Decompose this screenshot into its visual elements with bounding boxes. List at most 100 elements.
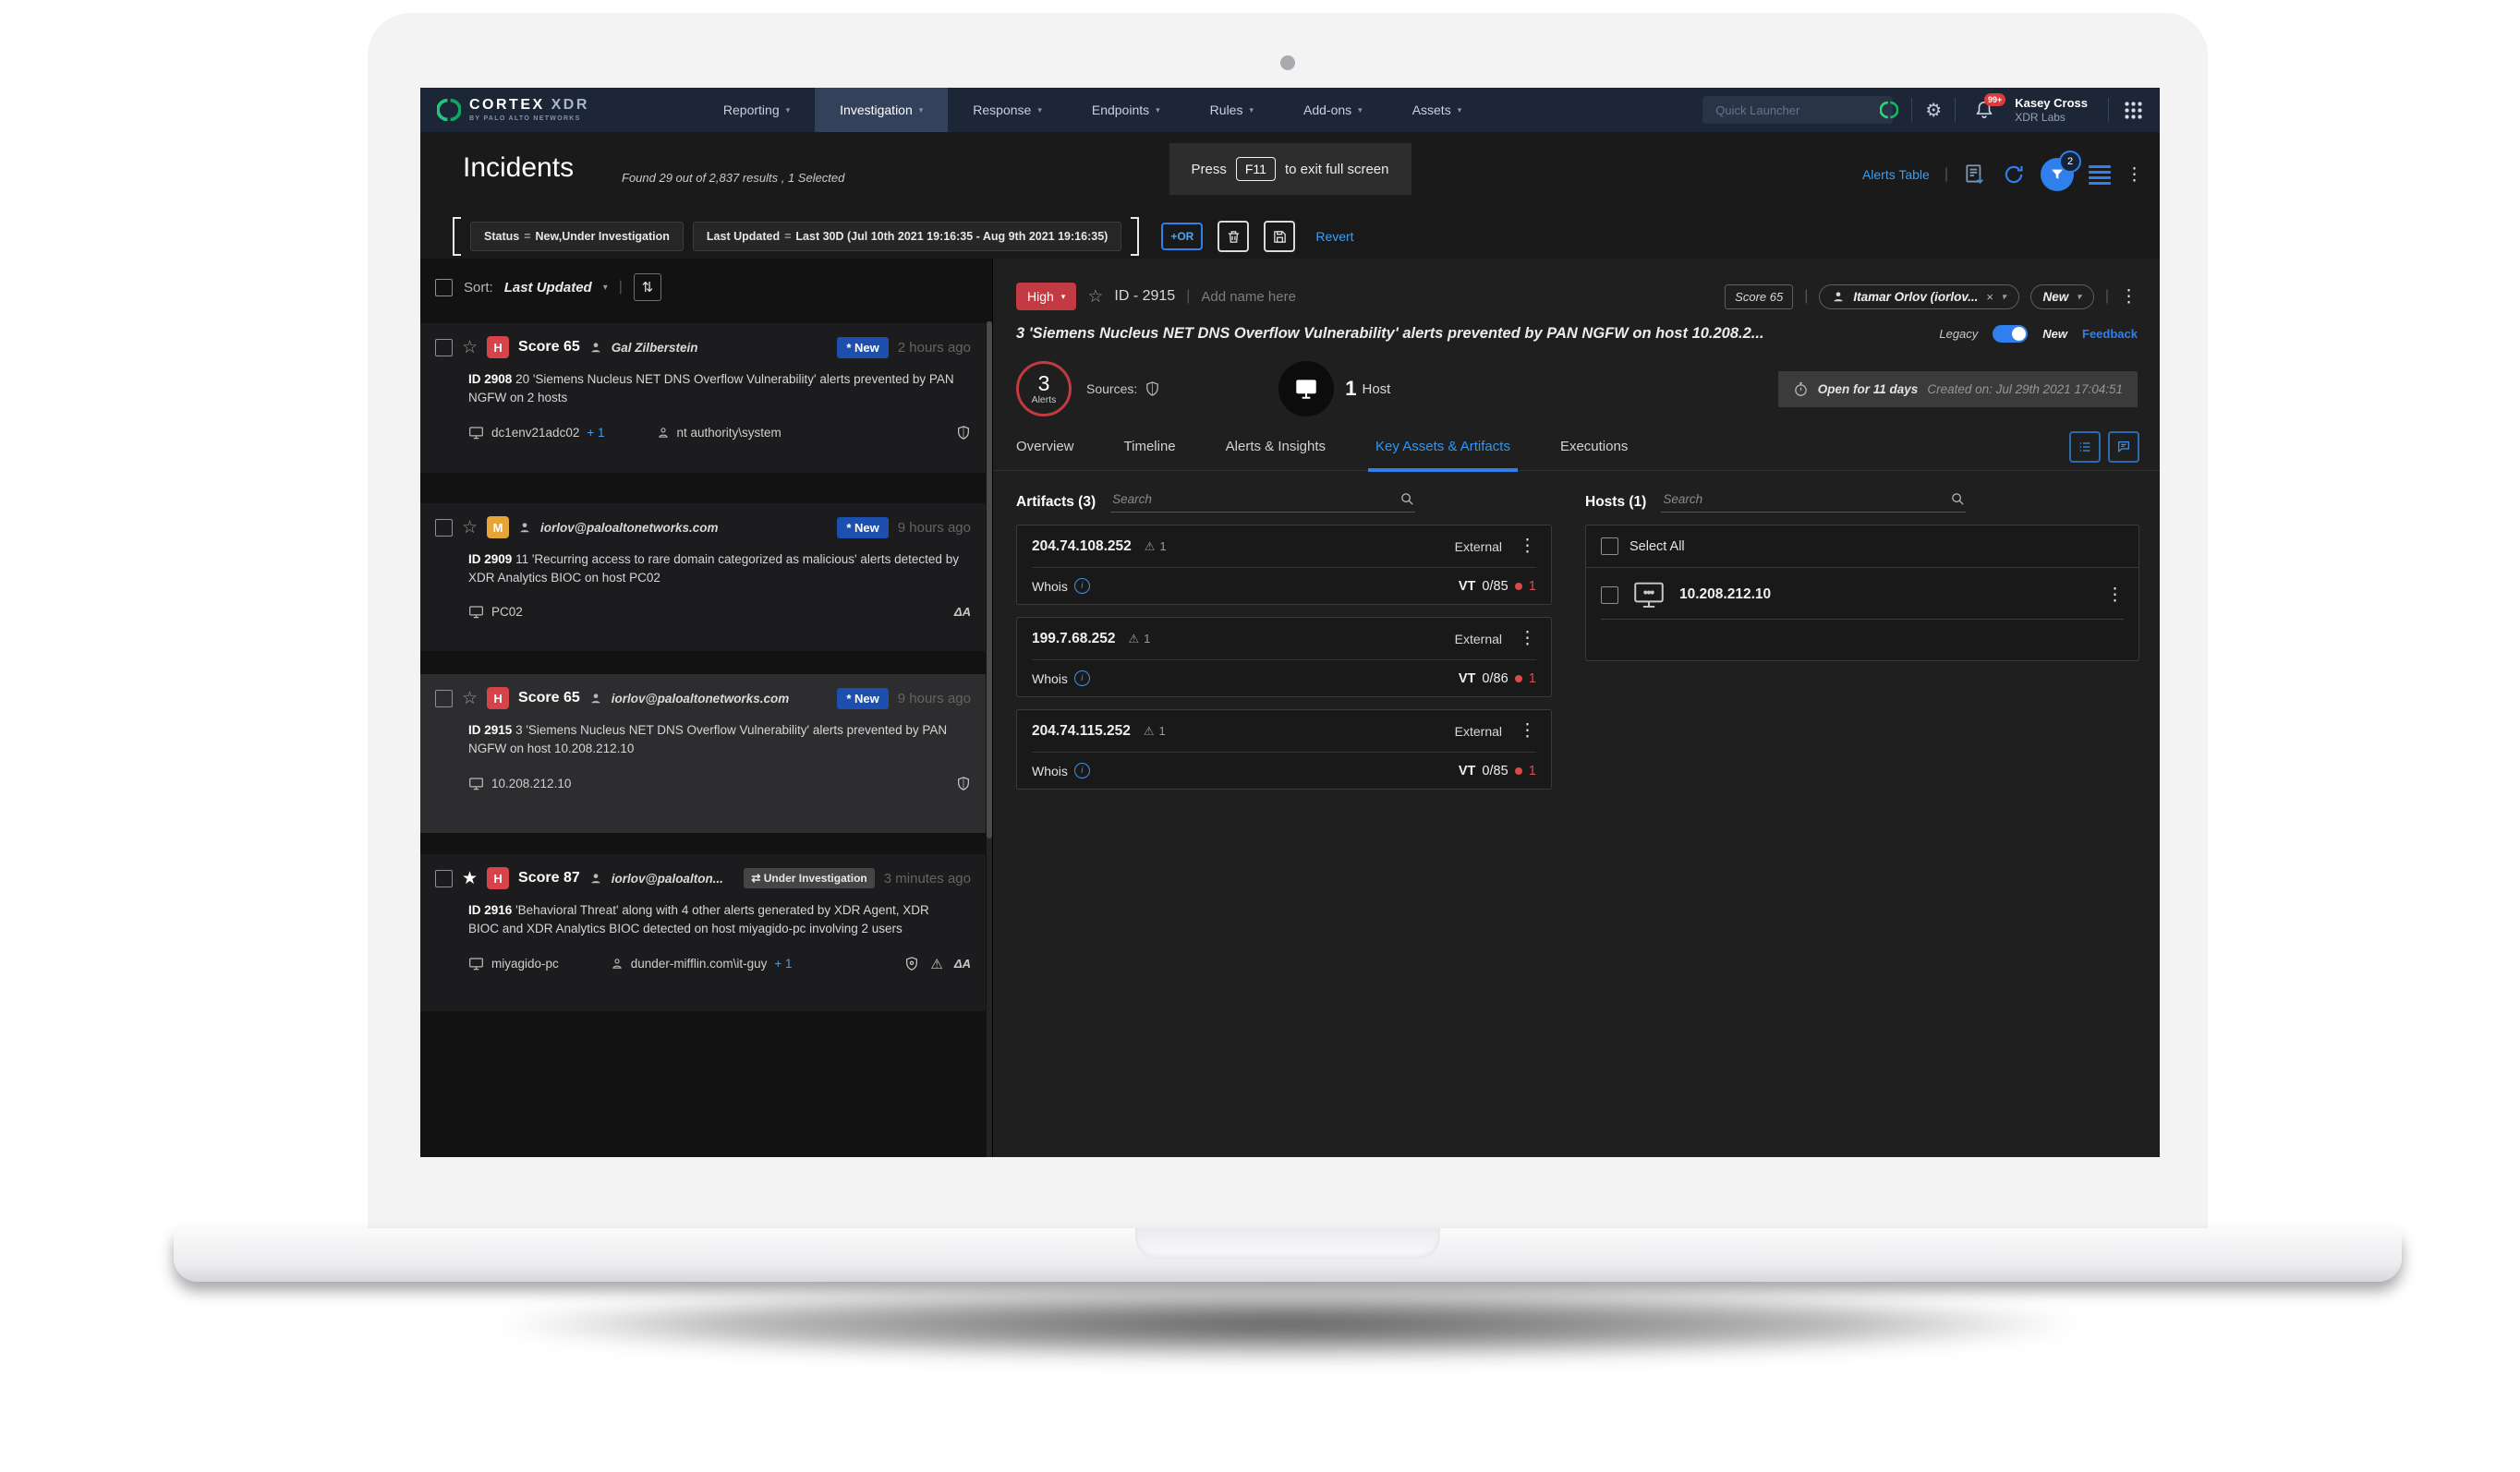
list-scrollbar[interactable] [987, 321, 992, 1157]
header-kebab-menu[interactable]: ⋮ [2126, 166, 2143, 184]
artifact-card[interactable]: 204.74.115.252 ⚠1 External ⋮ Whoisi VT0/… [1016, 709, 1552, 790]
incident-checkbox[interactable] [435, 519, 453, 537]
detail-kebab-menu[interactable]: ⋮ [2120, 288, 2138, 306]
host-extra-link[interactable]: + 1 [587, 426, 604, 440]
app-grid-icon[interactable] [2124, 101, 2143, 120]
top-nav: CORTEX XDR BY PALO ALTO NETWORKS Reporti… [420, 88, 2160, 132]
revert-link[interactable]: Revert [1315, 229, 1353, 244]
incident-card-2915-selected[interactable]: ☆ H Score 65 iorlov@paloaltonetworks.com… [420, 674, 986, 833]
nav-item-assets[interactable]: Assets▾ [1387, 88, 1487, 132]
select-all-checkbox[interactable] [435, 279, 453, 296]
assignee: iorlov@paloaltonetworks.com [540, 521, 718, 535]
artifact-ip: 199.7.68.252 [1032, 631, 1116, 647]
tab-overview[interactable]: Overview [1016, 439, 1074, 470]
incident-host: PC02 [491, 605, 523, 619]
artifacts-search[interactable] [1110, 491, 1415, 513]
legacy-new-toggle[interactable] [1993, 325, 2028, 343]
add-name-field[interactable]: Add name here [1201, 289, 1296, 305]
user-menu[interactable]: Kasey Cross XDR Labs [2015, 96, 2088, 124]
notifications-button[interactable]: 99+ [1974, 100, 1994, 120]
artifact-card[interactable]: 204.74.108.252 ⚠1 External ⋮ Whoisi VT0/… [1016, 525, 1552, 605]
comment-view-button[interactable] [2108, 431, 2139, 463]
select-all-hosts-checkbox[interactable] [1601, 537, 1618, 555]
incident-score: Score 87 [518, 870, 580, 887]
page-title: Incidents [463, 152, 574, 184]
incident-description: ID 2915 3 'Siemens Nucleus NET DNS Overf… [468, 721, 962, 759]
export-icon[interactable] [1963, 163, 1987, 187]
artifacts-search-input[interactable] [1110, 491, 1399, 507]
nav-item-addons[interactable]: Add-ons▾ [1278, 88, 1387, 132]
severity-dropdown[interactable]: High▾ [1016, 283, 1076, 310]
tab-alerts-insights[interactable]: Alerts & Insights [1226, 439, 1326, 470]
incident-checkbox[interactable] [435, 690, 453, 707]
sort-field-dropdown[interactable]: Last Updated [504, 280, 592, 296]
save-icon [1272, 229, 1288, 245]
incident-card-2916[interactable]: ★ H Score 87 iorlov@paloalton... ⇄ Under… [420, 854, 986, 1011]
whois-link[interactable]: Whoisi [1032, 578, 1090, 594]
add-or-filter-button[interactable]: +OR [1161, 223, 1203, 250]
nav-menu: Reporting▾ Investigation▾ Response▾ Endp… [698, 88, 1486, 132]
incident-checkbox[interactable] [435, 339, 453, 356]
filter-button[interactable]: 2 [2041, 158, 2074, 191]
filter-pill-status[interactable]: Status=New,Under Investigation [470, 222, 684, 251]
f11-keycap: F11 [1236, 157, 1276, 181]
star-filled-icon[interactable]: ★ [462, 870, 478, 887]
list-view-button[interactable] [2069, 431, 2101, 463]
star-icon[interactable]: ☆ [462, 690, 478, 707]
whois-link[interactable]: Whoisi [1032, 763, 1090, 778]
nav-item-endpoints[interactable]: Endpoints▾ [1067, 88, 1185, 132]
quick-launcher[interactable] [1702, 96, 1893, 124]
sources-label: Sources: [1086, 381, 1137, 396]
gear-icon[interactable]: ⚙ [1925, 99, 1942, 122]
host-checkbox[interactable] [1601, 586, 1618, 604]
incident-card-2909[interactable]: ☆ M iorlov@paloaltonetworks.com * New 9 … [420, 503, 986, 651]
refresh-icon[interactable] [2002, 163, 2026, 187]
user-extra-link[interactable]: + 1 [774, 957, 792, 971]
alerts-table-link[interactable]: Alerts Table [1862, 167, 1930, 182]
artifact-kebab-menu[interactable]: ⋮ [1519, 537, 1536, 555]
star-icon[interactable]: ☆ [1087, 288, 1103, 306]
star-icon[interactable]: ☆ [462, 339, 478, 356]
artifact-ip: 204.74.108.252 [1032, 538, 1132, 555]
star-icon[interactable]: ☆ [462, 519, 478, 537]
sort-label: Sort: [464, 280, 493, 296]
artifact-card[interactable]: 199.7.68.252 ⚠1 External ⋮ Whoisi VT0/86… [1016, 617, 1552, 697]
incident-card-2908[interactable]: ☆ H Score 65 Gal Zilberstein * New 2 hou… [420, 323, 986, 473]
nav-item-rules[interactable]: Rules▾ [1185, 88, 1278, 132]
tab-key-assets-artifacts[interactable]: Key Assets & Artifacts [1375, 439, 1510, 470]
artifact-kebab-menu[interactable]: ⋮ [1519, 630, 1536, 647]
save-filter-button[interactable] [1264, 221, 1295, 252]
nav-item-response[interactable]: Response▾ [948, 88, 1067, 132]
hosts-search-input[interactable] [1661, 491, 1950, 507]
analytics-icon: ΔA [954, 605, 971, 619]
hosts-search[interactable] [1661, 491, 1966, 513]
vt-label: VT [1459, 579, 1476, 594]
feedback-link[interactable]: Feedback [2082, 327, 2138, 341]
person-icon [518, 521, 531, 534]
status-dropdown[interactable]: New ▾ [2030, 284, 2094, 309]
tab-executions[interactable]: Executions [1560, 439, 1628, 470]
cortex-logo[interactable]: CORTEX XDR BY PALO ALTO NETWORKS [420, 98, 606, 122]
filter-pill-last-updated[interactable]: Last Updated=Last 30D (Jul 10th 2021 19:… [693, 222, 1121, 251]
whois-link[interactable]: Whoisi [1032, 670, 1090, 686]
warning-icon: ⚠ [1144, 724, 1155, 739]
incident-user: dunder-mifflin.com\it-guy [631, 957, 768, 971]
clear-assignee-icon[interactable]: × [1986, 290, 1993, 304]
artifact-kebab-menu[interactable]: ⋮ [1519, 722, 1536, 740]
vt-score: 0/85 [1482, 764, 1508, 778]
nav-item-investigation[interactable]: Investigation▾ [815, 88, 948, 132]
incident-title: 3 'Siemens Nucleus NET DNS Overflow Vuln… [1016, 325, 1924, 343]
sort-direction-button[interactable]: ⇅ [634, 273, 661, 301]
host-row[interactable]: 10.208.212.10 ⋮ [1586, 568, 2138, 619]
incident-host: dc1env21adc02 [491, 426, 579, 440]
delete-filter-button[interactable] [1218, 221, 1249, 252]
list-scrollbar-thumb[interactable] [987, 321, 992, 839]
quick-launcher-input[interactable] [1714, 103, 1880, 118]
incident-checkbox[interactable] [435, 870, 453, 887]
assignee-dropdown[interactable]: Itamar Orlov (iorlov... × ▾ [1819, 284, 2018, 309]
tab-timeline[interactable]: Timeline [1124, 439, 1176, 470]
fullscreen-toast: Press F11 to exit full screen [1169, 143, 1411, 195]
nav-item-reporting[interactable]: Reporting▾ [698, 88, 815, 132]
table-view-icon[interactable] [2089, 165, 2111, 185]
host-kebab-menu[interactable]: ⋮ [2106, 586, 2124, 604]
